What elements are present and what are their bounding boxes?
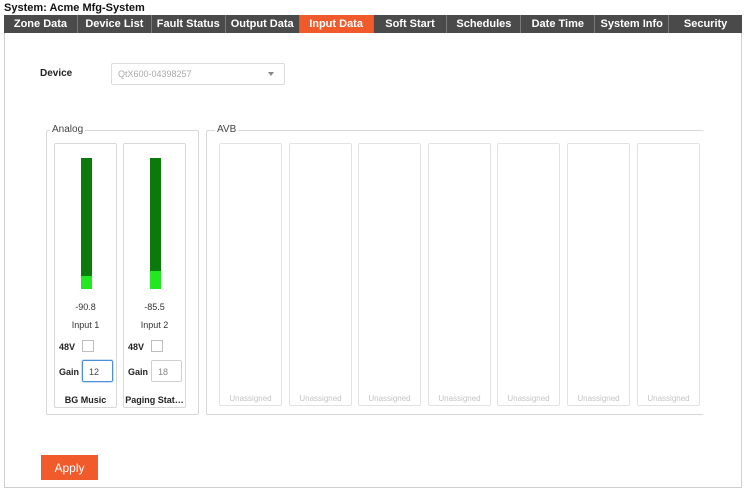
channel-level-value: -90.8 [75,302,96,312]
avb-slot-label: Unassigned [438,394,481,403]
channel-label: BG Music [64,395,107,405]
channel-input-name: Input 2 [140,320,169,330]
tab-input-data[interactable]: Input Data [299,15,374,33]
avb-slot[interactable]: Unassigned [567,143,630,406]
level-meter [150,158,161,289]
tab-system-info[interactable]: System Info [595,15,670,33]
avb-slot[interactable]: Unassigned [637,143,700,406]
device-select-value: QtX600-04398257 [118,69,192,79]
avb-slot-label: Unassigned [647,394,690,403]
tab-security[interactable]: Security [669,15,743,33]
gain-label: Gain [59,367,80,377]
channel-level-value: -85.5 [144,302,165,312]
tab-output-data[interactable]: Output Data [225,15,300,33]
avb-slot[interactable]: Unassigned [219,143,282,406]
analog-legend: Analog [50,124,86,135]
tab-bar: Zone Data Device List Fault Status Outpu… [4,15,743,33]
avb-slot[interactable]: Unassigned [289,143,352,406]
analog-channel-2: -85.5 Input 2 48V Gain 18 Paging Stat… [123,143,186,408]
analog-channel-1: -90.8 Input 1 48V Gain 12 BG Music [54,143,117,408]
tab-schedules[interactable]: Schedules [447,15,522,33]
phantom-power-checkbox[interactable] [151,340,163,352]
tab-date-time[interactable]: Date Time [521,15,596,33]
system-title: System: Acme Mfg-System [4,2,145,14]
level-meter [81,158,92,289]
channel-label: Paging Stat… [125,395,184,405]
device-label: Device [40,68,73,79]
device-select[interactable]: QtX600-04398257 [111,63,285,85]
gain-input[interactable]: 18 [151,360,182,382]
tab-zone-data[interactable]: Zone Data [4,15,78,33]
avb-slot-label: Unassigned [299,394,342,403]
tab-fault-status[interactable]: Fault Status [151,15,226,33]
tab-device-list[interactable]: Device List [77,15,152,33]
apply-button[interactable]: Apply [41,455,98,480]
avb-slot-label: Unassigned [368,394,411,403]
phantom-power-checkbox[interactable] [82,340,94,352]
level-meter-fill [81,275,92,289]
avb-slot[interactable]: Unassigned [497,143,560,406]
chevron-down-icon [268,72,274,76]
phantom-power-label: 48V [128,342,145,352]
gain-label: Gain [128,367,149,377]
avb-slot[interactable]: Unassigned [358,143,421,406]
phantom-power-label: 48V [59,342,76,352]
gain-input[interactable]: 12 [82,360,113,382]
avb-slot-label: Unassigned [577,394,620,403]
channel-input-name: Input 1 [71,320,100,330]
avb-slot[interactable]: Unassigned [428,143,491,406]
avb-slot-label: Unassigned [507,394,550,403]
avb-legend: AVB [215,124,239,135]
level-meter-fill [150,270,161,289]
avb-slot-label: Unassigned [229,394,272,403]
tab-soft-start[interactable]: Soft Start [373,15,448,33]
